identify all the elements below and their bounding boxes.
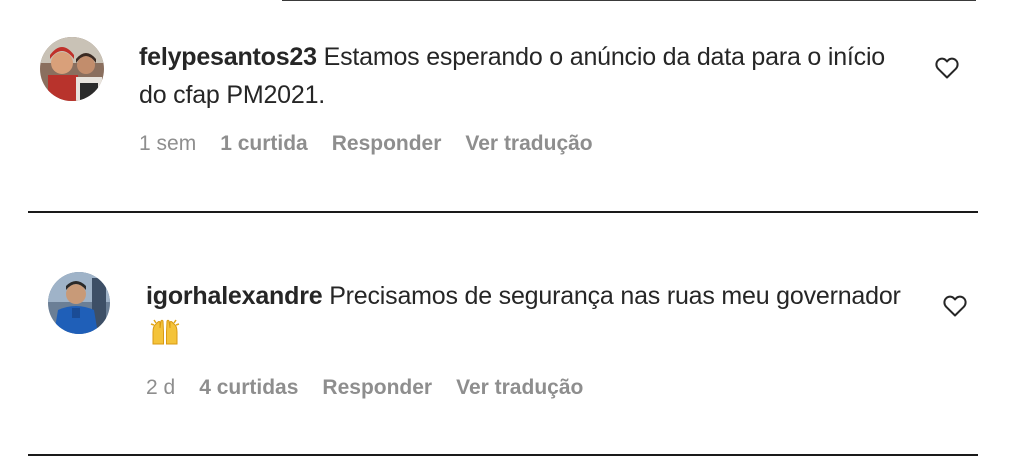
comment-likes[interactable]: 1 curtida	[220, 132, 308, 156]
comment-meta: 2 d 4 curtidas Responder Ver tradução	[146, 376, 583, 400]
comment-text: felypesantos23 Estamos esperando o anúnc…	[139, 38, 899, 114]
heart-outline-icon[interactable]	[935, 57, 959, 79]
raised-hands-icon	[150, 318, 180, 357]
translate-button[interactable]: Ver tradução	[456, 376, 583, 400]
comment-divider	[28, 211, 978, 213]
comment-meta: 1 sem 1 curtida Responder Ver tradução	[139, 132, 593, 156]
comment-time[interactable]: 2 d	[146, 376, 175, 400]
translate-button[interactable]: Ver tradução	[465, 132, 592, 156]
top-divider	[282, 0, 976, 1]
comment-likes[interactable]: 4 curtidas	[199, 376, 298, 400]
comment-divider	[28, 454, 978, 456]
avatar[interactable]	[40, 37, 104, 101]
comment-username[interactable]: felypesantos23	[139, 43, 317, 71]
heart-outline-icon[interactable]	[943, 295, 967, 317]
comment-text: igorhalexandre Precisamos de segurança n…	[146, 277, 906, 357]
avatar[interactable]	[48, 272, 110, 334]
reply-button[interactable]: Responder	[322, 376, 432, 400]
comment-time[interactable]: 1 sem	[139, 132, 196, 156]
reply-button[interactable]: Responder	[332, 132, 442, 156]
comment-body: Precisamos de segurança nas ruas meu gov…	[329, 282, 901, 310]
comment-username[interactable]: igorhalexandre	[146, 282, 323, 310]
